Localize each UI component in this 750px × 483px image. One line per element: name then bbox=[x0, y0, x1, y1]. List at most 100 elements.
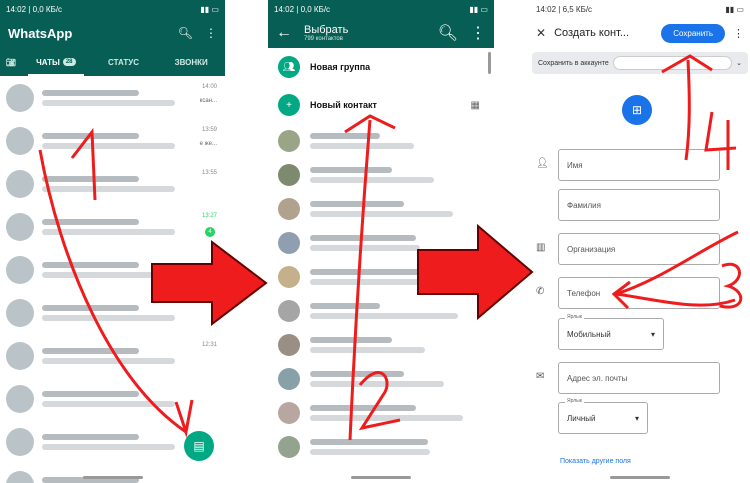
status-time: 14:02 | 0,0 КБ/с bbox=[274, 4, 331, 14]
blurred-contact-text bbox=[310, 197, 484, 221]
scrollbar[interactable] bbox=[488, 52, 491, 74]
nav-gesture-bar bbox=[610, 476, 670, 479]
nav-gesture-bar bbox=[351, 476, 411, 479]
chat-time: 12:31 bbox=[201, 342, 217, 348]
blurred-chat-text bbox=[42, 129, 219, 153]
email-label-select[interactable]: Ярлык Личный ▾ bbox=[558, 398, 648, 434]
status-bar: 14:02 | 0,0 КБ/с ▮▮ ▭ bbox=[0, 0, 225, 18]
organization-field[interactable]: Организация bbox=[558, 233, 720, 265]
contact-list-item[interactable] bbox=[268, 294, 494, 328]
avatar[interactable] bbox=[6, 169, 34, 198]
email-field[interactable]: Адрес эл. почты bbox=[558, 362, 720, 394]
avatar bbox=[278, 232, 300, 254]
tab-calls[interactable]: ЗВОНКИ bbox=[157, 48, 225, 76]
chat-list-item[interactable]: 13:27 4 bbox=[0, 205, 225, 248]
chat-list-item[interactable] bbox=[0, 377, 225, 420]
avatar bbox=[278, 164, 300, 186]
first-name-field[interactable]: Имя bbox=[558, 149, 720, 181]
tab-status[interactable]: СТАТУС bbox=[90, 48, 158, 76]
blurred-chat-text bbox=[42, 258, 219, 282]
blurred-chat-text bbox=[42, 86, 219, 110]
new-group-item[interactable]: 👥︎ Новая группа bbox=[268, 48, 494, 86]
avatar[interactable] bbox=[6, 427, 34, 456]
blurred-contact-text bbox=[310, 163, 484, 187]
close-icon[interactable]: ✕ bbox=[536, 26, 546, 40]
contact-list-item[interactable] bbox=[268, 124, 494, 158]
contact-list bbox=[268, 124, 494, 464]
avatar bbox=[278, 436, 300, 458]
avatar[interactable] bbox=[6, 384, 34, 413]
chat-preview: ксан... bbox=[199, 98, 217, 104]
add-photo-button[interactable]: ⊞ bbox=[622, 95, 652, 125]
status-time: 14:02 | 0,0 КБ/с bbox=[6, 4, 63, 14]
contact-list-item[interactable] bbox=[268, 260, 494, 294]
phone-icon: ✆ bbox=[536, 286, 545, 297]
chat-preview: е же... bbox=[199, 141, 217, 147]
new-contact-item[interactable]: + Новый контакт ▦ bbox=[268, 86, 494, 124]
contact-list-item[interactable] bbox=[268, 328, 494, 362]
unread-count-badge: 28 bbox=[62, 58, 76, 66]
avatar[interactable] bbox=[6, 255, 34, 284]
new-chat-button[interactable]: ▤ bbox=[184, 431, 214, 461]
show-more-fields-link[interactable]: Показать другие поля bbox=[560, 458, 631, 465]
contact-list-item[interactable] bbox=[268, 430, 494, 464]
contact-list-item[interactable] bbox=[268, 396, 494, 430]
more-options-icon[interactable]: ⋮ bbox=[205, 26, 217, 40]
phone-label-select[interactable]: Ярлык Мобильный ▾ bbox=[558, 314, 664, 350]
qr-code-icon[interactable]: ▦ bbox=[471, 100, 480, 111]
blurred-contact-text bbox=[310, 265, 484, 289]
chat-list-item[interactable] bbox=[0, 463, 225, 483]
battery-icon: ▮▮ ▭ bbox=[469, 4, 488, 14]
chat-list-item[interactable]: 13:59 е же... bbox=[0, 119, 225, 162]
new-contact-label: Новый контакт bbox=[310, 100, 377, 110]
account-selector[interactable]: Сохранить в аккаунте ⌄ bbox=[532, 52, 748, 74]
app-header: ✕ Создать конт... Сохранить ⋮ bbox=[530, 18, 750, 48]
search-icon[interactable]: 🔍︎ bbox=[438, 23, 458, 43]
chat-list-item[interactable]: 14:00 ксан... bbox=[0, 76, 225, 119]
page-title: Выбрать bbox=[304, 24, 349, 36]
unread-badge: 4 bbox=[205, 227, 215, 237]
app-title: WhatsApp bbox=[8, 25, 73, 41]
more-options-icon[interactable]: ⋮ bbox=[470, 23, 486, 43]
avatar[interactable] bbox=[6, 126, 34, 155]
chat-list-item[interactable]: 12:31 bbox=[0, 334, 225, 377]
add-photo-icon: ⊞ bbox=[631, 103, 643, 117]
contact-list-item[interactable] bbox=[268, 362, 494, 396]
avatar[interactable] bbox=[6, 341, 34, 370]
contact-list-item[interactable] bbox=[268, 226, 494, 260]
save-button[interactable]: Сохранить bbox=[661, 23, 725, 43]
avatar[interactable] bbox=[6, 298, 34, 327]
contact-list-item[interactable] bbox=[268, 158, 494, 192]
dropdown-arrow-icon: ▾ bbox=[650, 329, 655, 339]
phone-field[interactable]: Телефон bbox=[558, 277, 720, 309]
chat-time: 13:59 bbox=[201, 127, 217, 133]
nav-gesture-bar bbox=[82, 476, 143, 479]
select-contact-screen: 14:02 | 0,0 КБ/с ▮▮ ▭ ← Выбрать 799 конт… bbox=[268, 0, 494, 483]
tab-chats[interactable]: ЧАТЫ 28 bbox=[22, 48, 90, 76]
building-icon: ▥ bbox=[536, 242, 546, 253]
search-icon[interactable]: 🔍︎ bbox=[178, 26, 193, 40]
status-bar: 14:02 | 6,5 КБ/с ▮▮ ▭ bbox=[530, 0, 750, 18]
last-name-field[interactable]: Фамилия bbox=[558, 189, 720, 221]
avatar[interactable] bbox=[6, 83, 34, 112]
blurred-contact-text bbox=[310, 333, 484, 357]
blurred-contact-text bbox=[310, 435, 484, 459]
blurred-contact-text bbox=[310, 401, 484, 425]
chat-list: 14:00 ксан... 13:59 е же... 13:55 13:27 4 12:31 bbox=[0, 76, 225, 483]
avatar bbox=[278, 334, 300, 356]
status-time: 14:02 | 6,5 КБ/с bbox=[536, 4, 593, 14]
contact-list-item[interactable] bbox=[268, 192, 494, 226]
blurred-contact-text bbox=[310, 299, 484, 323]
avatar[interactable] bbox=[6, 212, 34, 241]
blurred-contact-text bbox=[310, 129, 484, 153]
more-options-icon[interactable]: ⋮ bbox=[733, 27, 744, 40]
chat-list-item[interactable] bbox=[0, 248, 225, 291]
avatar bbox=[278, 198, 300, 220]
avatar[interactable] bbox=[6, 470, 34, 483]
chat-list-item[interactable]: 13:55 bbox=[0, 162, 225, 205]
chat-list-item[interactable] bbox=[0, 291, 225, 334]
back-arrow-icon[interactable]: ← bbox=[276, 24, 292, 42]
account-label: Сохранить в аккаунте bbox=[538, 59, 609, 67]
camera-icon[interactable]: 📷︎ bbox=[0, 48, 22, 76]
battery-icon: ▮▮ ▭ bbox=[200, 4, 219, 14]
